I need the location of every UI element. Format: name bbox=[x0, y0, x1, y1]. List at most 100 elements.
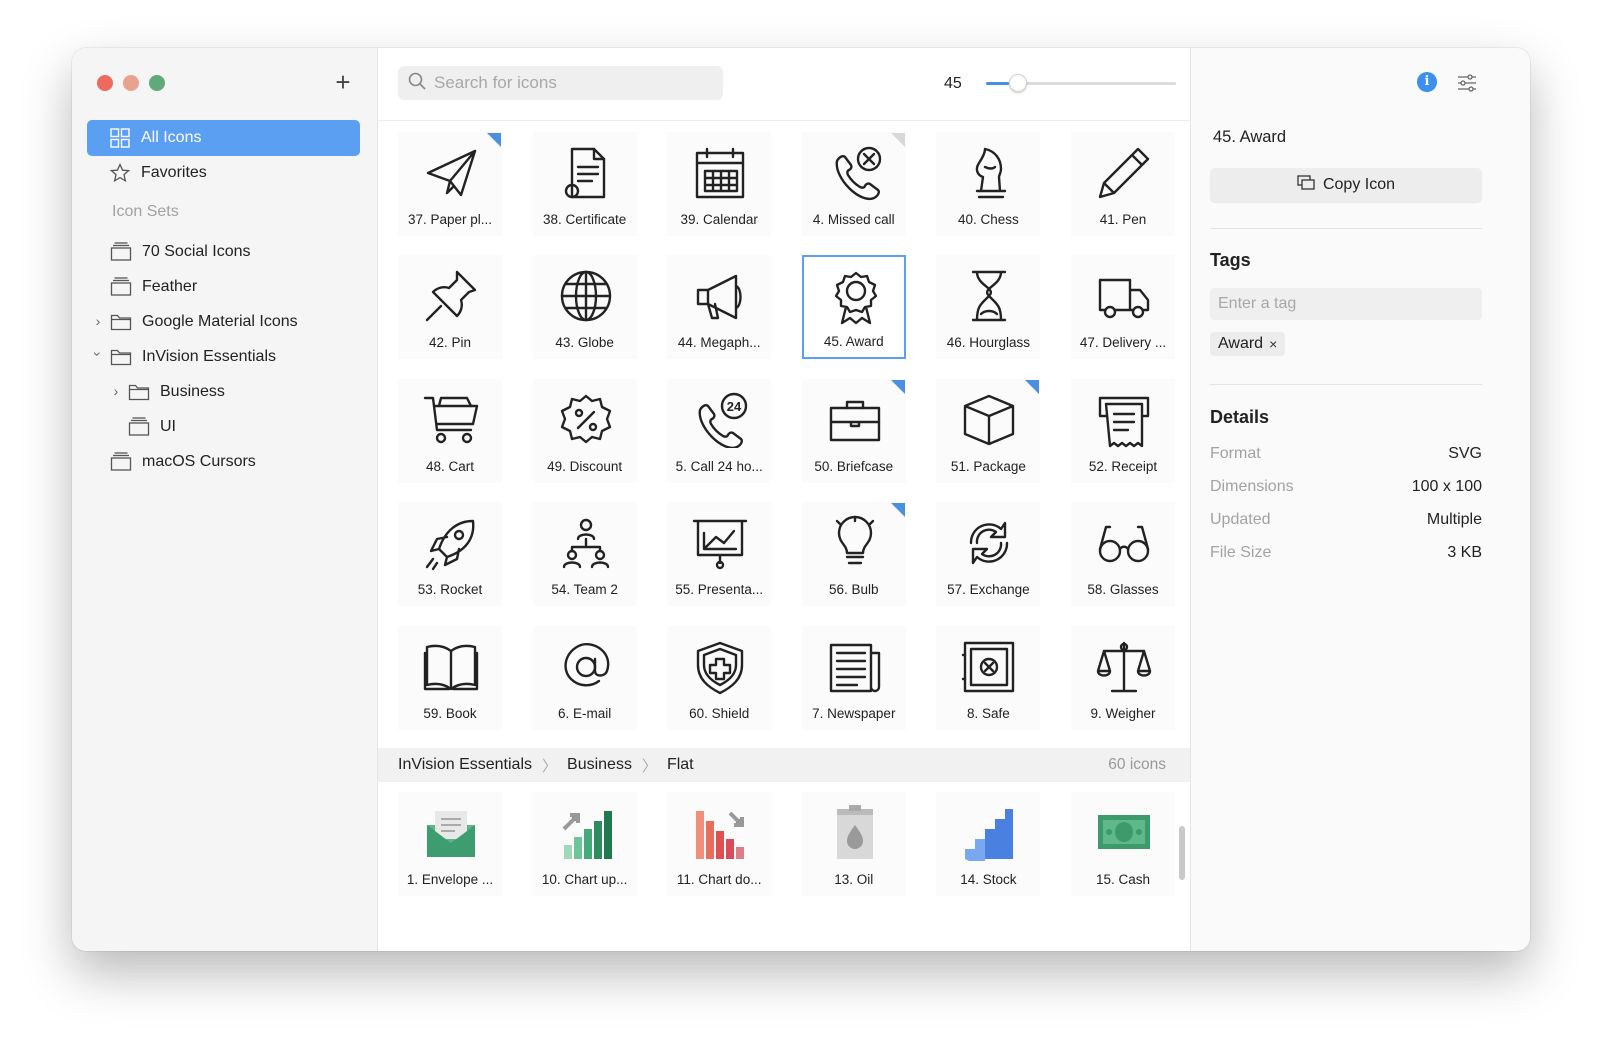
slider-knob[interactable] bbox=[1008, 74, 1027, 92]
icon-tile[interactable]: 7. Newspaper bbox=[801, 625, 906, 730]
close-window-button[interactable] bbox=[97, 75, 113, 91]
chess-icon bbox=[976, 147, 1007, 199]
icon-tile[interactable]: 13. Oil bbox=[801, 792, 906, 896]
chevron-right-icon[interactable]: › bbox=[92, 313, 104, 329]
icon-tile[interactable]: 54. Team 2 bbox=[532, 502, 637, 607]
icon-tile[interactable]: 46. Hourglass bbox=[936, 255, 1041, 360]
icon-tile[interactable]: 11. Chart do... bbox=[667, 792, 772, 896]
icon-label: 52. Receipt bbox=[1088, 458, 1158, 474]
sidebar-item-all-icons[interactable]: All Icons bbox=[87, 120, 360, 156]
icon-label: 38. Certificate bbox=[542, 212, 627, 227]
icon-label: 5. Call 24 ho... bbox=[675, 458, 763, 474]
remove-tag-icon[interactable]: × bbox=[1269, 336, 1277, 352]
chevron-right-icon: 〉 bbox=[641, 757, 657, 775]
tag-input[interactable] bbox=[1210, 288, 1482, 320]
team-icon bbox=[562, 518, 609, 569]
icon-tile[interactable]: 4. Missed call bbox=[801, 132, 906, 236]
icon-tile[interactable]: 48. Cart bbox=[398, 378, 502, 483]
chevron-right-icon[interactable]: › bbox=[110, 383, 122, 399]
sidebar-item-favorites[interactable]: Favorites bbox=[109, 155, 207, 191]
sidebar-item-macos-cursors[interactable]: macOS Cursors bbox=[110, 444, 256, 480]
selected-icon-title: 45. Award bbox=[1213, 128, 1287, 146]
zoom-window-button[interactable] bbox=[149, 75, 165, 91]
megaphone-icon bbox=[696, 275, 742, 320]
icon-tile[interactable]: 45. Award bbox=[801, 255, 906, 360]
icon-tile[interactable]: 51. Package bbox=[936, 378, 1041, 483]
icon-tile[interactable]: 24 5. Call 24 ho... bbox=[667, 378, 772, 483]
breadcrumb-item[interactable]: InVision Essentials bbox=[398, 756, 532, 774]
icon-tile[interactable]: 41. Pen bbox=[1071, 132, 1175, 236]
breadcrumb-item[interactable]: Business bbox=[567, 756, 632, 774]
search-input[interactable] bbox=[434, 73, 714, 93]
icon-label: 44. Megaph... bbox=[677, 335, 761, 351]
icon-tile[interactable]: 9. Weigher bbox=[1071, 625, 1175, 730]
sliders-icon[interactable] bbox=[1456, 72, 1478, 94]
copy-icon-label: Copy Icon bbox=[1322, 176, 1396, 193]
receipt-icon bbox=[1098, 396, 1150, 447]
icon-tile[interactable]: 56. Bulb bbox=[801, 502, 906, 607]
icon-tile[interactable]: 38. Certificate bbox=[532, 132, 637, 236]
safe-icon bbox=[962, 641, 1015, 692]
breadcrumb-item[interactable]: Flat bbox=[667, 756, 694, 774]
icon-label: 49. Discount bbox=[547, 458, 623, 474]
info-icon[interactable]: i bbox=[1417, 72, 1437, 92]
sidebar-item-70-social-icons[interactable]: 70 Social Icons bbox=[110, 234, 251, 270]
icon-sets-section-label: Icon Sets bbox=[112, 203, 179, 220]
sidebar-item-feather[interactable]: Feather bbox=[110, 269, 197, 305]
sidebar-item-ui[interactable]: UI bbox=[128, 409, 176, 445]
svg-text:24: 24 bbox=[727, 399, 742, 414]
copy-icon-button[interactable]: Copy Icon bbox=[1210, 168, 1482, 202]
icon-label: 15. Cash bbox=[1095, 872, 1151, 887]
sidebar-item-label: UI bbox=[160, 418, 176, 435]
scrollbar-thumb[interactable] bbox=[1179, 826, 1185, 880]
icon-tile[interactable]: 14. Stock bbox=[936, 792, 1041, 896]
icon-tile[interactable]: 39. Calendar bbox=[667, 132, 772, 236]
corner-badge bbox=[890, 133, 905, 147]
stack-icon bbox=[110, 241, 132, 263]
icon-tile[interactable]: 8. Safe bbox=[936, 625, 1041, 730]
corner-badge bbox=[890, 503, 905, 518]
sidebar-item-google-material-icons[interactable]: Google Material Icons bbox=[110, 304, 298, 340]
icon-tile[interactable]: 37. Paper pl... bbox=[398, 132, 502, 236]
icon-tile[interactable]: 15. Cash bbox=[1071, 792, 1175, 896]
sidebar-item-business[interactable]: Business bbox=[128, 374, 225, 410]
call-24-icon: 24 bbox=[698, 392, 748, 448]
icon-tile[interactable]: 53. Rocket bbox=[398, 502, 502, 607]
icon-tile[interactable]: 49. Discount bbox=[532, 378, 637, 483]
icon-tile[interactable]: 50. Briefcase bbox=[801, 378, 906, 483]
icon-tile[interactable]: 10. Chart up... bbox=[532, 792, 637, 896]
icon-tile[interactable]: 59. Book bbox=[398, 625, 502, 730]
toolbar-divider bbox=[378, 120, 1194, 121]
icon-tile[interactable]: 43. Globe bbox=[532, 255, 637, 360]
chart-down-flat-icon bbox=[696, 811, 745, 859]
add-icon-set-button[interactable]: + bbox=[330, 69, 356, 96]
icon-tile[interactable]: 47. Delivery ... bbox=[1071, 255, 1175, 360]
icon-label: 14. Stock bbox=[960, 872, 1017, 887]
icon-label: 57. Exchange bbox=[947, 582, 1030, 598]
icon-tile[interactable]: 58. Glasses bbox=[1071, 502, 1175, 607]
icon-tile[interactable]: 44. Megaph... bbox=[667, 255, 772, 360]
folder-icon bbox=[110, 311, 132, 333]
icon-label: 10. Chart up... bbox=[541, 872, 628, 887]
chevron-down-icon[interactable]: › bbox=[90, 348, 106, 360]
pen-icon bbox=[1098, 147, 1150, 199]
icon-tile[interactable]: 60. Shield bbox=[667, 625, 772, 730]
sidebar-item-label: macOS Cursors bbox=[142, 453, 256, 470]
icon-tile[interactable]: 40. Chess bbox=[936, 132, 1041, 236]
slider-fill bbox=[986, 82, 1009, 85]
pin-icon bbox=[425, 271, 477, 322]
icon-tile[interactable]: 42. Pin bbox=[398, 255, 502, 360]
icon-tile[interactable]: 52. Receipt bbox=[1071, 378, 1175, 483]
icon-tile[interactable]: 57. Exchange bbox=[936, 502, 1041, 607]
minimize-window-button[interactable] bbox=[123, 75, 139, 91]
icon-tile[interactable]: 55. Presenta... bbox=[667, 502, 772, 607]
icon-tile[interactable]: 6. E-mail bbox=[532, 625, 637, 730]
icon-tile[interactable]: 1. Envelope ... bbox=[398, 792, 502, 896]
sidebar-item-label: Feather bbox=[142, 278, 198, 295]
icon-size-slider[interactable] bbox=[986, 73, 1176, 93]
star-icon bbox=[109, 162, 131, 184]
sidebar-item-invision-essentials[interactable]: InVision Essentials bbox=[110, 339, 276, 375]
divider bbox=[1210, 228, 1482, 229]
icon-label: 8. Safe bbox=[967, 705, 1010, 721]
search-field[interactable] bbox=[398, 66, 723, 100]
